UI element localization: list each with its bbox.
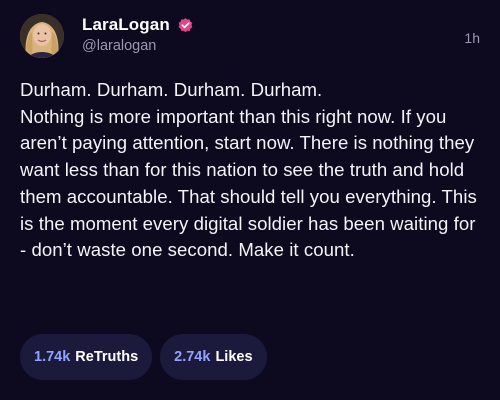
likes-button[interactable]: 2.74k Likes (160, 334, 267, 380)
retruths-count: 1.74k (34, 349, 71, 365)
retruths-label: ReTruths (75, 349, 139, 365)
timestamp[interactable]: 1h (464, 30, 480, 46)
avatar-image (20, 14, 64, 58)
verified-badge-icon (177, 17, 194, 34)
post-body: Durham. Durham. Durham. Durham. Nothing … (20, 77, 482, 264)
likes-label: Likes (215, 349, 253, 365)
post-text-line-2: Nothing is more important than this righ… (20, 105, 477, 261)
handle[interactable]: @laralogan (82, 38, 156, 54)
display-name[interactable]: LaraLogan (82, 15, 170, 35)
avatar[interactable] (20, 14, 64, 58)
retruths-button[interactable]: 1.74k ReTruths (20, 334, 153, 380)
likes-count: 2.74k (174, 349, 211, 365)
post-stats: 1.74k ReTruths 2.74k Likes (20, 334, 267, 380)
author-row: LaraLogan (82, 15, 194, 35)
post-text-line-1: Durham. Durham. Durham. Durham. (20, 79, 323, 100)
truth-post: LaraLogan @laralogan 1h Durham. Durham. … (0, 0, 500, 400)
